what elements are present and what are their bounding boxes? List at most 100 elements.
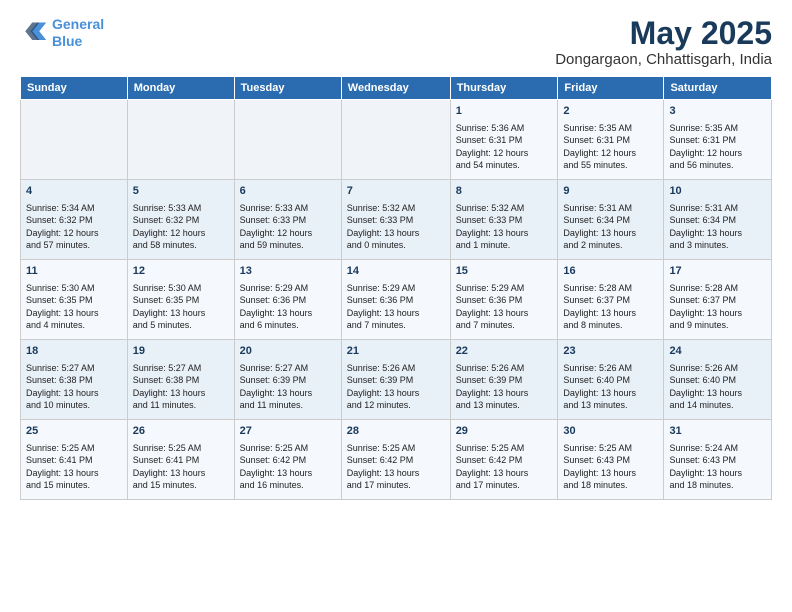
- day-info: Sunset: 6:40 PM: [669, 374, 766, 387]
- day-info: and 10 minutes.: [26, 399, 122, 412]
- day-number: 17: [669, 264, 766, 279]
- day-number: 12: [133, 264, 229, 279]
- table-row: 27Sunrise: 5:25 AMSunset: 6:42 PMDayligh…: [234, 420, 341, 500]
- day-number: 3: [669, 104, 766, 119]
- day-info: Sunrise: 5:26 AM: [669, 362, 766, 375]
- col-monday: Monday: [127, 77, 234, 100]
- table-row: [234, 100, 341, 180]
- table-row: 24Sunrise: 5:26 AMSunset: 6:40 PMDayligh…: [664, 340, 772, 420]
- day-info: and 2 minutes.: [563, 239, 658, 252]
- day-info: Sunrise: 5:28 AM: [563, 282, 658, 295]
- table-row: 13Sunrise: 5:29 AMSunset: 6:36 PMDayligh…: [234, 260, 341, 340]
- col-sunday: Sunday: [21, 77, 128, 100]
- day-number: 22: [456, 344, 553, 359]
- day-info: Daylight: 13 hours: [26, 387, 122, 400]
- header: General Blue May 2025 Dongargaon, Chhatt…: [20, 16, 772, 68]
- day-info: and 58 minutes.: [133, 239, 229, 252]
- day-number: 27: [240, 424, 336, 439]
- table-row: 8Sunrise: 5:32 AMSunset: 6:33 PMDaylight…: [450, 180, 558, 260]
- day-info: and 13 minutes.: [456, 399, 553, 412]
- day-number: 4: [26, 184, 122, 199]
- day-info: Sunset: 6:42 PM: [456, 454, 553, 467]
- day-info: Sunrise: 5:29 AM: [456, 282, 553, 295]
- table-row: 16Sunrise: 5:28 AMSunset: 6:37 PMDayligh…: [558, 260, 664, 340]
- table-row: 5Sunrise: 5:33 AMSunset: 6:32 PMDaylight…: [127, 180, 234, 260]
- subtitle: Dongargaon, Chhattisgarh, India: [555, 51, 772, 68]
- day-info: Sunrise: 5:29 AM: [347, 282, 445, 295]
- logo-text: General Blue: [52, 16, 104, 50]
- day-info: and 9 minutes.: [669, 319, 766, 332]
- day-info: Daylight: 12 hours: [133, 227, 229, 240]
- day-number: 13: [240, 264, 336, 279]
- day-info: and 0 minutes.: [347, 239, 445, 252]
- day-info: Sunset: 6:40 PM: [563, 374, 658, 387]
- table-row: 22Sunrise: 5:26 AMSunset: 6:39 PMDayligh…: [450, 340, 558, 420]
- day-number: 30: [563, 424, 658, 439]
- day-number: 18: [26, 344, 122, 359]
- day-info: Sunset: 6:43 PM: [563, 454, 658, 467]
- day-info: Daylight: 13 hours: [347, 227, 445, 240]
- logo: General Blue: [20, 16, 104, 50]
- table-row: 19Sunrise: 5:27 AMSunset: 6:38 PMDayligh…: [127, 340, 234, 420]
- day-info: Sunset: 6:38 PM: [26, 374, 122, 387]
- day-info: and 4 minutes.: [26, 319, 122, 332]
- day-info: Sunset: 6:42 PM: [240, 454, 336, 467]
- day-number: 1: [456, 104, 553, 119]
- day-info: Sunrise: 5:28 AM: [669, 282, 766, 295]
- table-row: 4Sunrise: 5:34 AMSunset: 6:32 PMDaylight…: [21, 180, 128, 260]
- day-info: Daylight: 13 hours: [456, 387, 553, 400]
- day-info: Sunrise: 5:25 AM: [347, 442, 445, 455]
- day-info: and 11 minutes.: [133, 399, 229, 412]
- day-info: Sunset: 6:35 PM: [26, 294, 122, 307]
- day-number: 16: [563, 264, 658, 279]
- day-info: Sunrise: 5:26 AM: [347, 362, 445, 375]
- day-info: Daylight: 13 hours: [563, 467, 658, 480]
- day-info: Sunrise: 5:26 AM: [563, 362, 658, 375]
- day-info: Daylight: 13 hours: [26, 307, 122, 320]
- day-info: and 7 minutes.: [347, 319, 445, 332]
- day-info: Sunset: 6:38 PM: [133, 374, 229, 387]
- day-info: and 54 minutes.: [456, 159, 553, 172]
- day-number: 14: [347, 264, 445, 279]
- day-info: and 3 minutes.: [669, 239, 766, 252]
- day-info: Sunset: 6:39 PM: [347, 374, 445, 387]
- day-info: Daylight: 13 hours: [133, 307, 229, 320]
- day-number: 31: [669, 424, 766, 439]
- logo-icon: [20, 19, 48, 47]
- table-row: 25Sunrise: 5:25 AMSunset: 6:41 PMDayligh…: [21, 420, 128, 500]
- day-info: Sunset: 6:33 PM: [240, 214, 336, 227]
- day-info: Daylight: 13 hours: [669, 467, 766, 480]
- day-info: Sunrise: 5:33 AM: [240, 202, 336, 215]
- table-row: 6Sunrise: 5:33 AMSunset: 6:33 PMDaylight…: [234, 180, 341, 260]
- day-info: Sunset: 6:36 PM: [347, 294, 445, 307]
- day-info: Sunrise: 5:35 AM: [669, 122, 766, 135]
- day-info: and 8 minutes.: [563, 319, 658, 332]
- day-info: Daylight: 13 hours: [563, 227, 658, 240]
- day-info: Sunrise: 5:31 AM: [669, 202, 766, 215]
- table-row: [21, 100, 128, 180]
- table-row: 21Sunrise: 5:26 AMSunset: 6:39 PMDayligh…: [341, 340, 450, 420]
- day-info: Sunrise: 5:30 AM: [133, 282, 229, 295]
- table-row: 12Sunrise: 5:30 AMSunset: 6:35 PMDayligh…: [127, 260, 234, 340]
- table-row: 14Sunrise: 5:29 AMSunset: 6:36 PMDayligh…: [341, 260, 450, 340]
- table-row: 17Sunrise: 5:28 AMSunset: 6:37 PMDayligh…: [664, 260, 772, 340]
- day-info: Sunset: 6:42 PM: [347, 454, 445, 467]
- day-info: Daylight: 13 hours: [669, 387, 766, 400]
- table-row: 26Sunrise: 5:25 AMSunset: 6:41 PMDayligh…: [127, 420, 234, 500]
- table-row: 20Sunrise: 5:27 AMSunset: 6:39 PMDayligh…: [234, 340, 341, 420]
- day-info: Sunrise: 5:26 AM: [456, 362, 553, 375]
- day-info: and 56 minutes.: [669, 159, 766, 172]
- day-info: Sunset: 6:41 PM: [133, 454, 229, 467]
- day-number: 8: [456, 184, 553, 199]
- table-row: [127, 100, 234, 180]
- main-title: May 2025: [555, 16, 772, 51]
- day-number: 15: [456, 264, 553, 279]
- title-block: May 2025 Dongargaon, Chhattisgarh, India: [555, 16, 772, 68]
- day-info: Sunset: 6:32 PM: [26, 214, 122, 227]
- day-info: and 5 minutes.: [133, 319, 229, 332]
- day-info: Sunrise: 5:29 AM: [240, 282, 336, 295]
- day-info: Daylight: 13 hours: [563, 307, 658, 320]
- col-thursday: Thursday: [450, 77, 558, 100]
- day-info: Sunrise: 5:30 AM: [26, 282, 122, 295]
- day-info: Sunset: 6:32 PM: [133, 214, 229, 227]
